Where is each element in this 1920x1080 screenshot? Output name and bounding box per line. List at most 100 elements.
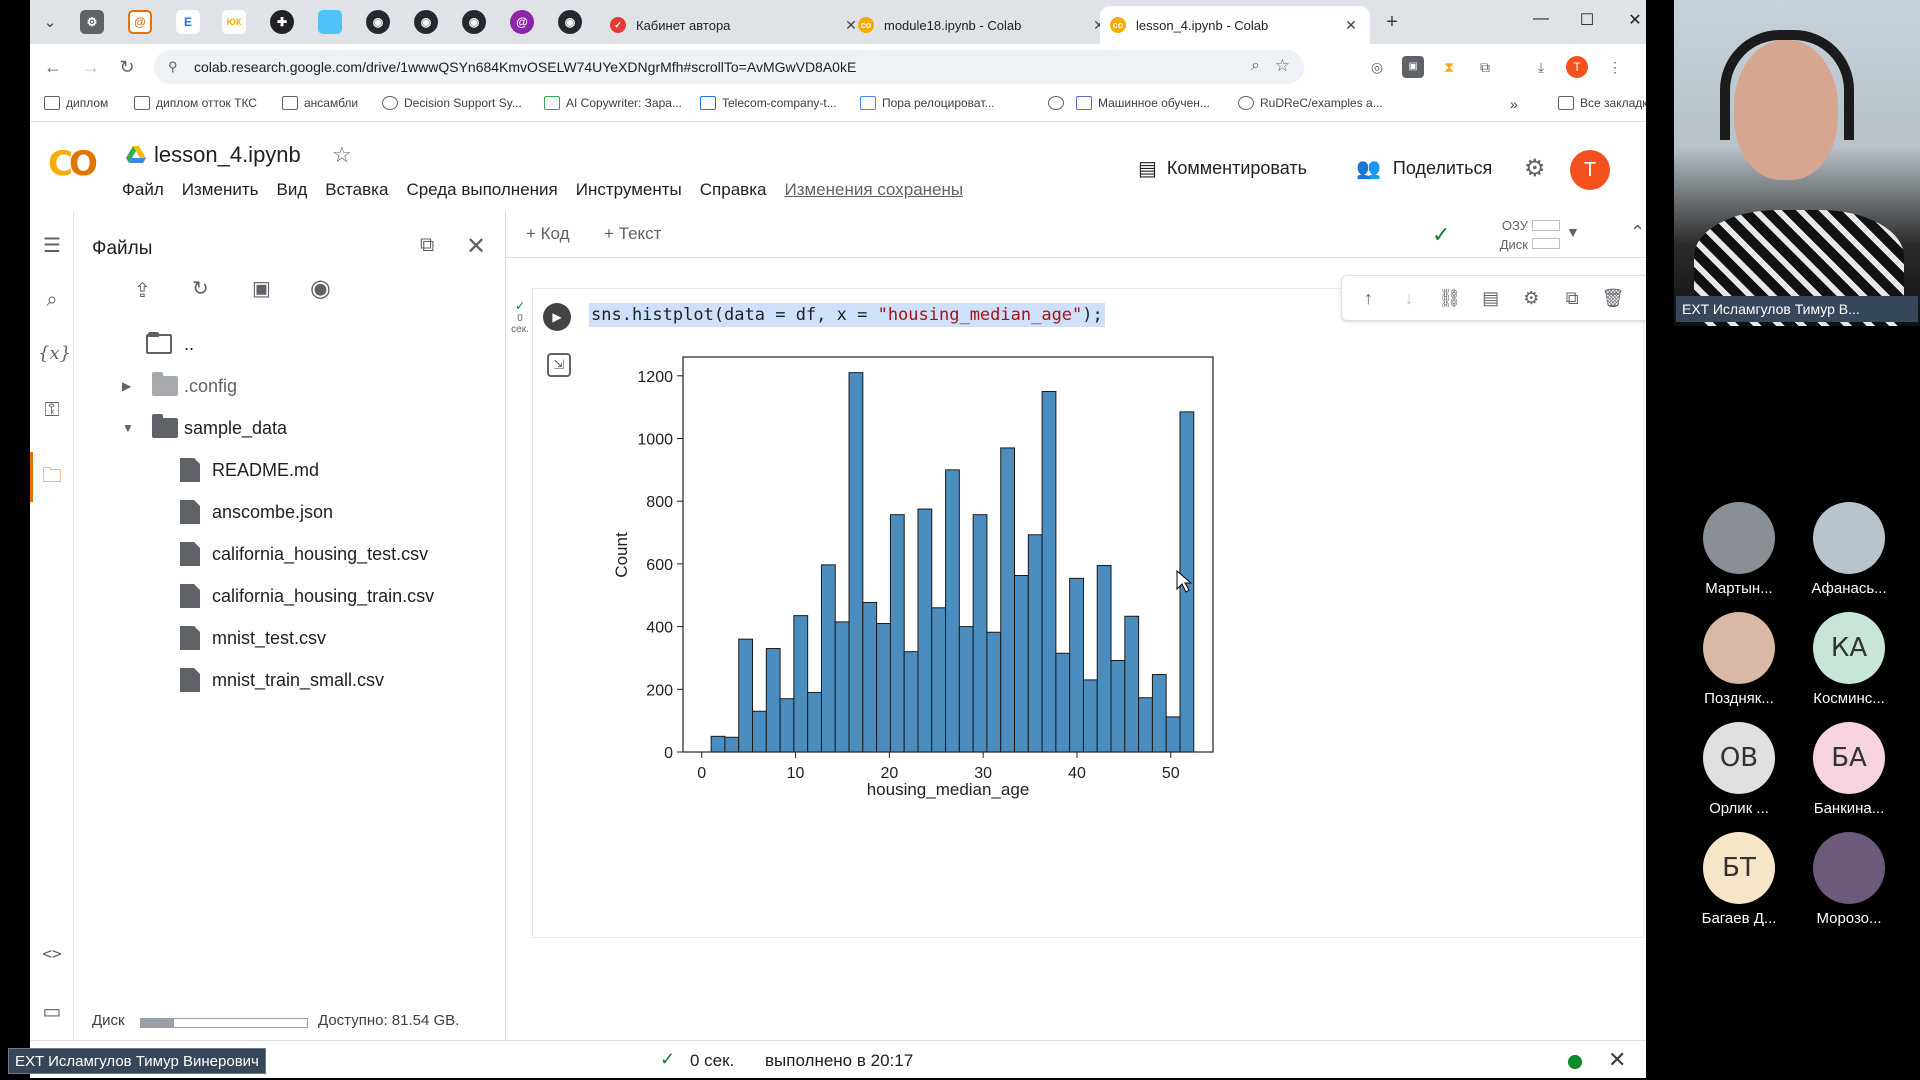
more-vert-icon[interactable]: ⋮ <box>1639 288 1646 309</box>
pinned-tab-10[interactable]: @ <box>510 10 534 34</box>
pinned-tab-3[interactable]: E <box>176 10 200 34</box>
add-text-button[interactable]: + Текст <box>604 224 661 244</box>
notebook-name[interactable]: lesson_4.ipynb <box>154 142 301 168</box>
extension-icon[interactable]: ⧗ <box>1438 56 1460 78</box>
participant-tile[interactable]: Морозо... <box>1794 832 1904 934</box>
delete-icon[interactable]: 🗑 <box>1598 288 1628 309</box>
participant-tile[interactable]: КА Косминс... <box>1794 612 1904 714</box>
colab-logo[interactable]: CO <box>48 144 106 184</box>
extensions-puzzle-icon[interactable]: ⧉ <box>1474 56 1496 78</box>
connected-check-icon[interactable]: ✓ <box>1432 222 1450 248</box>
all-bookmarks[interactable]: Все закладки <box>1558 96 1646 110</box>
menu-tools[interactable]: Инструменты <box>576 180 682 200</box>
user-avatar[interactable]: T <box>1570 150 1610 190</box>
close-window-icon[interactable]: ✕ <box>1620 10 1646 30</box>
file-tree-item[interactable]: anscombe.json <box>74 492 506 532</box>
bookmark-item[interactable]: диплом отток ТКС <box>134 96 257 110</box>
bookmark-item[interactable] <box>1048 96 1070 110</box>
participant-tile[interactable]: БА Банкина... <box>1794 722 1904 824</box>
output-actions-icon[interactable]: ⇲ <box>547 353 571 377</box>
bookmark-star-icon[interactable]: ☆ <box>1275 56 1290 76</box>
pinned-tab-5[interactable]: ✚ <box>270 10 294 34</box>
bookmark-item[interactable]: Машинное обучен... <box>1076 96 1210 110</box>
file-tree-item[interactable]: ▼ sample_data <box>74 408 506 448</box>
pinned-tab-6[interactable] <box>318 10 342 34</box>
tab-author-cabinet[interactable]: ✓ Кабинет автора ✕ <box>600 6 870 44</box>
tab-module18[interactable]: co module18.ipynb - Colab ✕ <box>848 6 1118 44</box>
pinned-tab-2[interactable]: @ <box>128 10 152 34</box>
bookmark-item[interactable]: Telecom-company-t... <box>700 96 837 110</box>
code-snippets-icon[interactable]: <> <box>38 940 66 968</box>
show-hidden-eye-icon[interactable]: ◉ <box>310 274 331 303</box>
table-of-contents-icon[interactable]: ☰ <box>38 232 66 260</box>
run-cell-button[interactable]: ▶ <box>543 303 571 331</box>
mount-drive-icon[interactable]: ▣ <box>252 276 271 301</box>
menu-help[interactable]: Справка <box>700 180 767 200</box>
zoom-icon[interactable]: ⌕ <box>1251 57 1260 75</box>
close-panel-icon[interactable]: ✕ <box>466 232 486 261</box>
file-tree-item[interactable]: mnist_train_small.csv <box>74 660 506 700</box>
github-icon[interactable]: ◉ <box>558 10 582 34</box>
participant-tile[interactable]: Мартын... <box>1684 502 1794 604</box>
saved-status-link[interactable]: Изменения сохранены <box>784 180 963 200</box>
file-tree-item[interactable]: california_housing_test.csv <box>74 534 506 574</box>
collapse-header-icon[interactable]: ⌃ <box>1630 222 1645 243</box>
extension-icon[interactable]: ▣ <box>1402 56 1424 78</box>
command-palette-icon[interactable]: ▭ <box>38 998 66 1026</box>
tab-search-icon[interactable]: ⌄ <box>36 8 64 36</box>
bookmark-item[interactable]: диплом <box>44 96 108 110</box>
move-down-icon[interactable]: ↓ <box>1394 288 1424 309</box>
upload-file-icon[interactable]: ⇪ <box>134 278 151 303</box>
code-cell[interactable]: ✓ 0 сек. ↑ ↓ ⛓ ▤ ⚙ ⧉ 🗑 ⋮ ▶ sns.histplot(… <box>511 275 1646 938</box>
mirror-cell-icon[interactable]: ⧉ <box>1557 288 1587 309</box>
browser-menu-icon[interactable]: ⋮ <box>1604 56 1626 78</box>
runtime-dropdown-icon[interactable]: ▼ <box>1566 224 1580 240</box>
bookmark-item[interactable]: Пора релоцироват... <box>860 96 994 110</box>
bookmark-item[interactable]: Decision Support Sy... <box>382 96 522 110</box>
github-icon[interactable]: ◉ <box>462 10 486 34</box>
file-tree-item[interactable]: mnist_test.csv <box>74 618 506 658</box>
move-up-icon[interactable]: ↑ <box>1353 288 1383 309</box>
github-icon[interactable]: ◉ <box>414 10 438 34</box>
menu-file[interactable]: Файл <box>122 180 164 200</box>
pinned-tab-1[interactable]: ⚙ <box>80 10 104 34</box>
menu-edit[interactable]: Изменить <box>182 180 259 200</box>
participant-tile[interactable]: БТ Багаев Д... <box>1684 832 1794 934</box>
file-tree-item[interactable]: ▶ .config <box>74 366 506 406</box>
back-icon[interactable]: ← <box>40 54 66 80</box>
profile-avatar[interactable]: T <box>1566 56 1588 78</box>
more-bookmarks-icon[interactable]: » <box>1510 96 1518 112</box>
bookmark-item[interactable]: ансамбли <box>282 96 358 110</box>
menu-view[interactable]: Вид <box>276 180 307 200</box>
settings-gear-icon[interactable]: ⚙ <box>1524 154 1546 183</box>
comment-button[interactable]: ▤ Комментировать <box>1138 156 1307 181</box>
participant-tile[interactable]: Афанась... <box>1794 502 1904 604</box>
bookmark-item[interactable]: AI Copywriter: Зара... <box>544 96 682 110</box>
search-icon[interactable]: ⌕ <box>38 286 66 314</box>
secrets-key-icon[interactable]: ⚿ <box>38 396 66 424</box>
close-status-icon[interactable]: ✕ <box>1608 1047 1626 1073</box>
files-folder-icon[interactable]: 🗀 <box>38 462 66 490</box>
pinned-tab-4[interactable]: ЮК <box>222 10 246 34</box>
expand-caret-icon[interactable]: ▶ <box>122 379 131 393</box>
site-info-icon[interactable]: ⚲ <box>168 59 178 75</box>
file-tree-item[interactable]: .. <box>74 324 506 364</box>
new-tab-icon[interactable]: + <box>1378 8 1406 36</box>
download-icon[interactable]: ⤓ <box>1530 56 1552 78</box>
menu-insert[interactable]: Вставка <box>325 180 388 200</box>
resource-labels[interactable]: ОЗУ Диск <box>1482 216 1528 254</box>
participant-tile[interactable]: ОВ Орлик ... <box>1684 722 1794 824</box>
forward-icon[interactable]: → <box>78 54 104 80</box>
participant-tile[interactable]: Поздняк... <box>1684 612 1794 714</box>
menu-runtime[interactable]: Среда выполнения <box>406 180 557 200</box>
tab-lesson4[interactable]: co lesson_4.ipynb - Colab ✕ <box>1100 6 1370 44</box>
maximize-icon[interactable]: ☐ <box>1572 10 1602 30</box>
bookmark-item[interactable]: RuDReC/examples a... <box>1238 96 1383 110</box>
address-bar[interactable]: ⚲ colab.research.google.com/drive/1wwwQS… <box>154 50 1304 84</box>
variables-icon[interactable]: {x} <box>38 340 71 368</box>
github-icon[interactable]: ◉ <box>366 10 390 34</box>
refresh-icon[interactable]: ↻ <box>192 276 209 301</box>
open-in-tab-icon[interactable]: ⧉ <box>420 234 434 257</box>
comment-icon[interactable]: ▤ <box>1476 288 1506 309</box>
minimize-icon[interactable]: — <box>1526 10 1556 28</box>
